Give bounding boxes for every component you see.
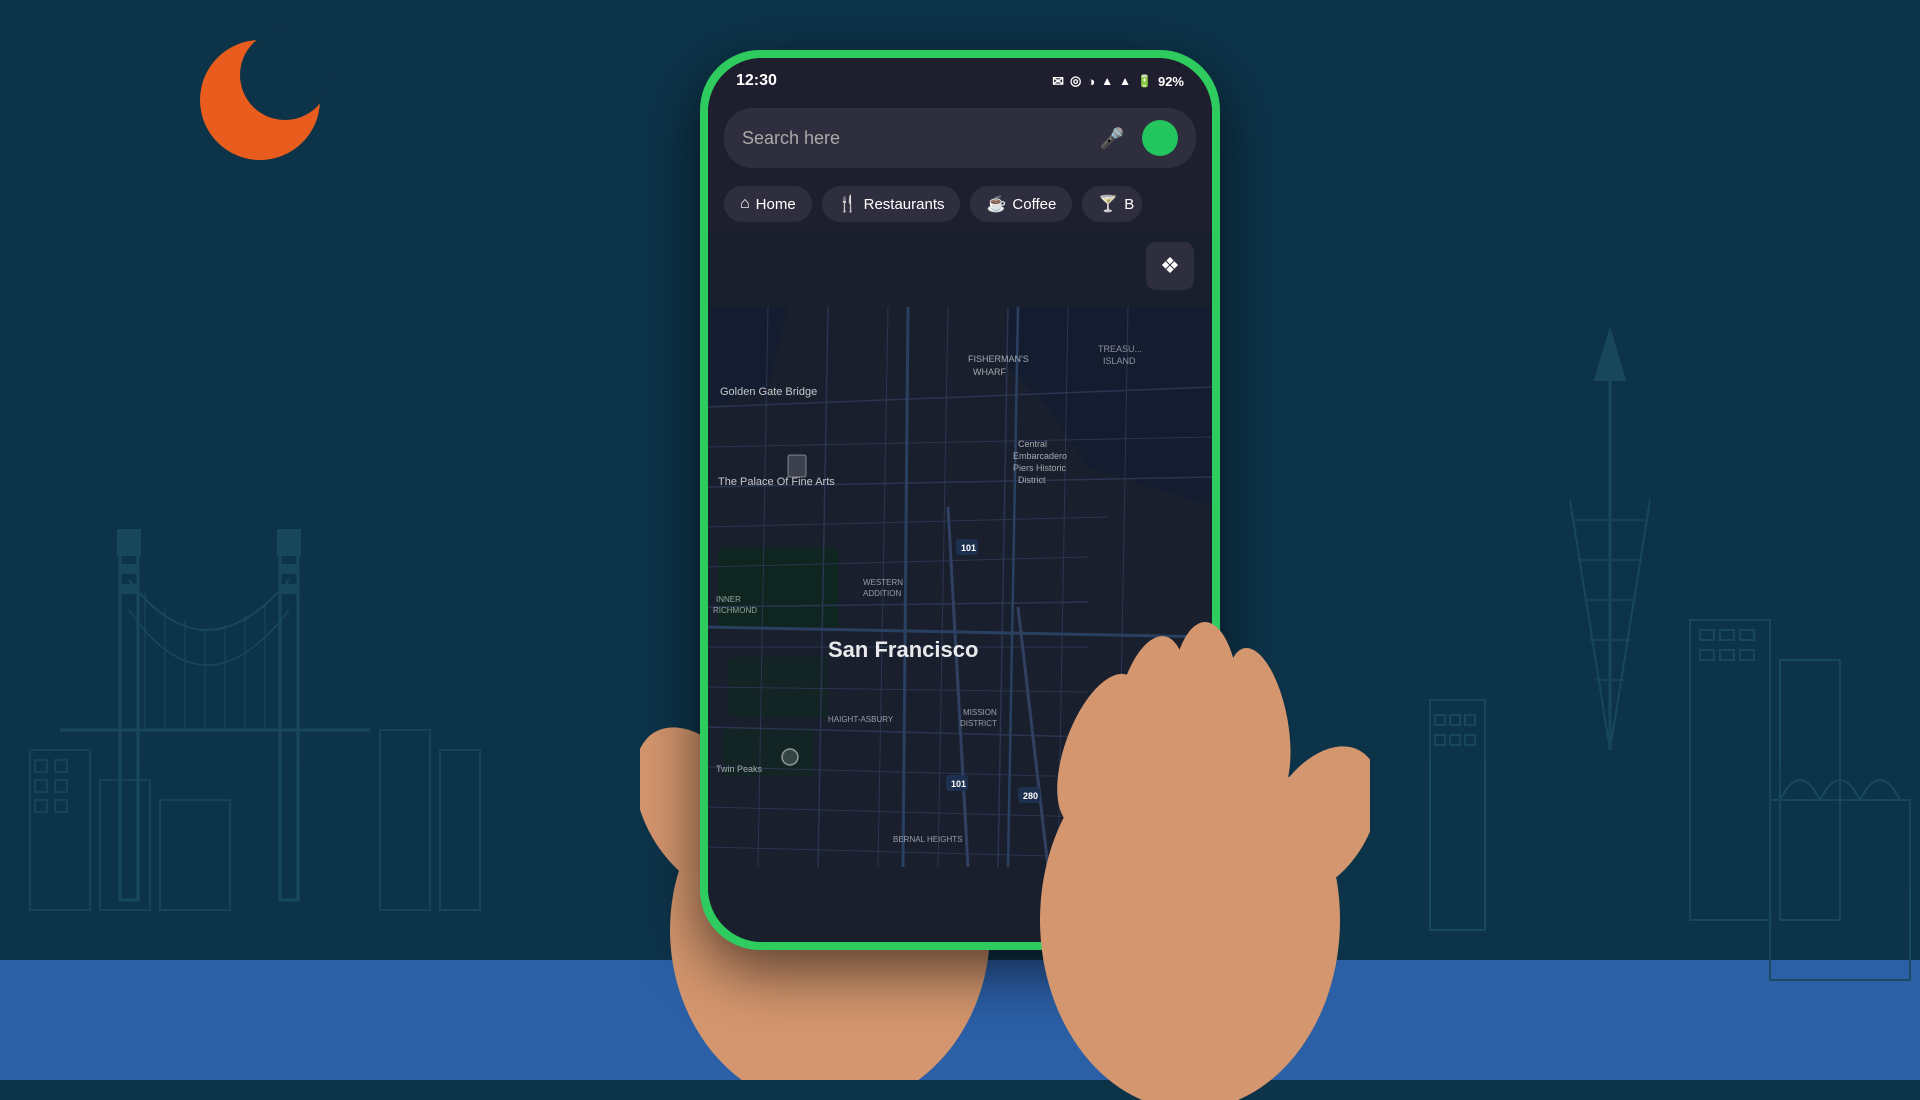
chip-home-label: Home (756, 196, 796, 213)
chip-bar-label: B (1124, 196, 1134, 213)
search-bar[interactable]: Search here 🎤 (724, 108, 1196, 168)
battery-icon: 🔋 (1137, 74, 1152, 88)
svg-text:101: 101 (951, 779, 966, 789)
signal-icon: ▲ (1119, 74, 1131, 88)
mic-button[interactable]: 🎤 (1094, 120, 1130, 156)
svg-text:Embarcadero: Embarcadero (1013, 451, 1067, 461)
chips-row: ⌂ Home 🍴 Restaurants ☕ Coffee 🍸 B (708, 180, 1212, 232)
avatar-button[interactable] (1142, 120, 1178, 156)
chip-restaurants-label: Restaurants (864, 196, 945, 213)
svg-text:San Francisco: San Francisco (828, 637, 978, 662)
status-bar: 12:30 ✉ ◎ ◑ ▲ ▲ 🔋 92% (708, 58, 1212, 98)
svg-text:The Palace Of Fine Arts: The Palace Of Fine Arts (718, 476, 835, 488)
wifi-icon: ▲ (1101, 74, 1113, 88)
search-area: Search here 🎤 (708, 98, 1212, 180)
scene: 12:30 ✉ ◎ ◑ ▲ ▲ 🔋 92% Search here (0, 0, 1920, 1080)
status-time: 12:30 (736, 72, 777, 90)
chip-coffee[interactable]: ☕ Coffee (970, 186, 1072, 222)
svg-text:BERNAL HEIGHTS: BERNAL HEIGHTS (893, 835, 963, 844)
location-icon: ◎ (1070, 73, 1081, 89)
search-input[interactable]: Search here (742, 128, 1082, 149)
svg-text:Golden Gate Bridge: Golden Gate Bridge (720, 386, 817, 398)
layer-button[interactable]: ❖ (1146, 242, 1194, 290)
battery-percent: 92% (1158, 74, 1184, 89)
svg-text:WESTERN: WESTERN (863, 578, 903, 587)
svg-text:TREASU...: TREASU... (1098, 344, 1142, 354)
coffee-icon: ☕ (986, 194, 1006, 214)
svg-text:ADDITION: ADDITION (863, 589, 901, 598)
svg-text:MISSION: MISSION (963, 708, 997, 717)
svg-text:Central: Central (1018, 439, 1047, 449)
gmail-icon: ✉ (1052, 73, 1064, 90)
svg-text:FISHERMAN'S: FISHERMAN'S (968, 354, 1029, 364)
svg-text:DISTRICT: DISTRICT (960, 719, 997, 728)
chip-coffee-label: Coffee (1012, 196, 1056, 213)
svg-text:District: District (1018, 475, 1046, 485)
svg-text:ISLAND: ISLAND (1103, 356, 1136, 366)
svg-text:WHARF: WHARF (973, 367, 1006, 377)
chip-bar[interactable]: 🍸 B (1082, 186, 1142, 222)
right-hand (1020, 620, 1370, 1100)
svg-text:101: 101 (961, 543, 976, 553)
chip-home[interactable]: ⌂ Home (724, 186, 812, 222)
chip-restaurants[interactable]: 🍴 Restaurants (822, 186, 961, 222)
restaurants-icon: 🍴 (838, 194, 858, 214)
svg-text:RICHMOND: RICHMOND (713, 606, 757, 615)
brightness-icon: ◑ (1087, 74, 1095, 89)
bar-icon: 🍸 (1098, 194, 1118, 214)
svg-text:Piers Historic: Piers Historic (1013, 463, 1067, 473)
status-icons: ✉ ◎ ◑ ▲ ▲ 🔋 92% (1052, 73, 1184, 90)
svg-text:HAIGHT-ASBURY: HAIGHT-ASBURY (828, 715, 894, 724)
svg-text:INNER: INNER (716, 595, 741, 604)
home-icon: ⌂ (740, 195, 750, 213)
svg-text:Twin Peaks: Twin Peaks (716, 764, 763, 774)
